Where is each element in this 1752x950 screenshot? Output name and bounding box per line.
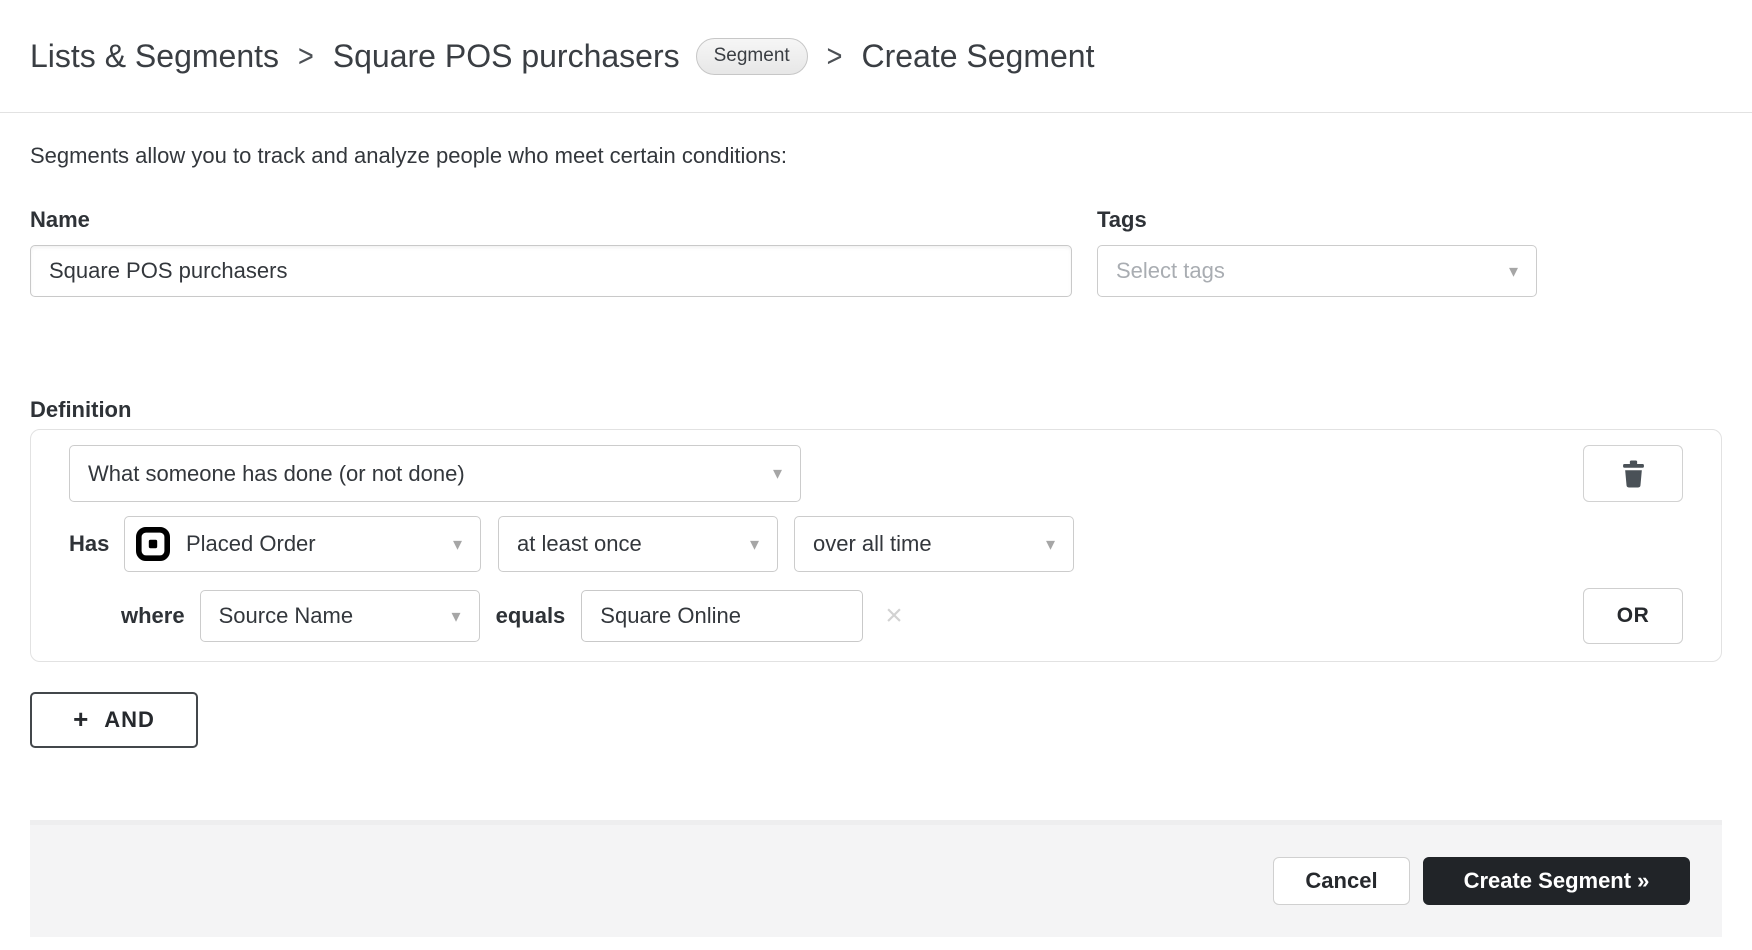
delete-condition-button[interactable]	[1583, 445, 1683, 502]
or-button[interactable]: OR	[1583, 588, 1683, 644]
metric-value: Placed Order	[186, 531, 316, 557]
metric-row: Has Placed Order ▾ at least o	[69, 516, 1683, 572]
operator-label: equals	[496, 603, 566, 629]
frequency-value: at least once	[517, 531, 642, 557]
condition-type-row: What someone has done (or not done) ▾	[69, 445, 1683, 502]
segment-name-input[interactable]	[30, 245, 1072, 297]
create-segment-button[interactable]: Create Segment »	[1423, 857, 1690, 905]
cancel-button[interactable]: Cancel	[1273, 857, 1410, 905]
and-button-label: AND	[104, 707, 155, 733]
name-label: Name	[30, 207, 1072, 233]
condition-type-value: What someone has done (or not done)	[88, 461, 465, 487]
breadcrumb-current-page: Create Segment	[861, 38, 1094, 75]
breadcrumb: Lists & Segments > Square POS purchasers…	[0, 0, 1752, 113]
add-and-condition-button[interactable]: + AND	[30, 692, 198, 748]
property-dropdown[interactable]: Source Name ▾	[200, 590, 480, 642]
chevron-down-icon: ▾	[453, 534, 462, 555]
name-tags-row: Name Tags Select tags ▾	[30, 207, 1722, 297]
tags-field-group: Tags Select tags ▾	[1097, 207, 1537, 297]
property-value: Source Name	[219, 603, 354, 629]
tags-select[interactable]: Select tags ▾	[1097, 245, 1537, 297]
main-content: Segments allow you to track and analyze …	[0, 143, 1752, 748]
definition-label: Definition	[30, 397, 1722, 423]
chevron-down-icon: ▾	[452, 606, 461, 627]
filter-row: where Source Name ▾ equals × OR	[69, 588, 1683, 644]
breadcrumb-segment-name[interactable]: Square POS purchasers	[333, 38, 680, 75]
chevron-down-icon: ▾	[1509, 261, 1518, 282]
create-segment-page: Lists & Segments > Square POS purchasers…	[0, 0, 1752, 937]
close-icon[interactable]: ×	[885, 601, 903, 631]
frequency-dropdown[interactable]: at least once ▾	[498, 516, 778, 572]
condition-type-dropdown[interactable]: What someone has done (or not done) ▾	[69, 445, 801, 502]
breadcrumb-separator-icon: >	[827, 38, 843, 74]
chevron-down-icon: ▾	[750, 534, 759, 555]
trash-icon	[1621, 460, 1646, 488]
breadcrumb-lists-segments[interactable]: Lists & Segments	[30, 38, 279, 75]
timeframe-value: over all time	[813, 531, 932, 557]
plus-icon: +	[73, 706, 89, 732]
chevron-down-icon: ▾	[773, 463, 782, 484]
segment-type-badge: Segment	[696, 38, 808, 75]
tags-placeholder: Select tags	[1116, 258, 1225, 284]
footer-action-bar: Cancel Create Segment »	[30, 820, 1722, 937]
metric-dropdown[interactable]: Placed Order ▾	[124, 516, 481, 572]
name-field-group: Name	[30, 207, 1072, 297]
chevron-down-icon: ▾	[1046, 534, 1055, 555]
timeframe-dropdown[interactable]: over all time ▾	[794, 516, 1074, 572]
filter-value-input[interactable]	[581, 590, 863, 642]
intro-text: Segments allow you to track and analyze …	[30, 143, 1722, 169]
square-logo-icon	[136, 527, 170, 561]
breadcrumb-separator-icon: >	[298, 38, 314, 74]
has-label: Has	[69, 531, 124, 557]
where-label: where	[121, 603, 185, 629]
definition-card: What someone has done (or not done) ▾ Ha…	[30, 429, 1722, 662]
tags-label: Tags	[1097, 207, 1537, 233]
